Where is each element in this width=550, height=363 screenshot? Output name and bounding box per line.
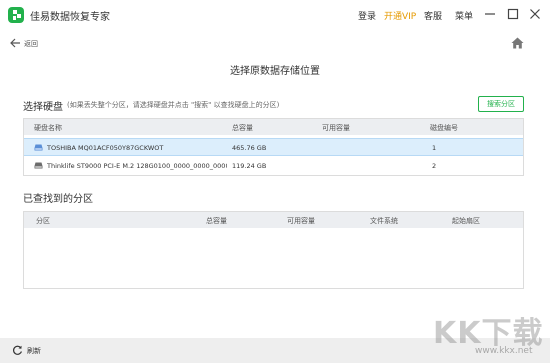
disk-row-1[interactable]: TOSHIBA MQ01ACF050Y87GCKWOT 465.76 GB 1 xyxy=(24,138,523,156)
disk-total: 119.24 GB xyxy=(232,162,267,170)
disk-table: 硬盘名称 总容量 可用容量 磁盘编号 TOSHIBA MQ01ACF050Y87… xyxy=(23,118,524,176)
column-header[interactable]: 可用容量 xyxy=(287,216,315,226)
menu-link[interactable]: 菜单 xyxy=(455,9,473,22)
nav-bar: 返回 xyxy=(0,30,550,58)
arrow-left-icon xyxy=(10,38,20,48)
disk-total: 465.76 GB xyxy=(232,144,267,152)
login-link[interactable]: 登录 xyxy=(358,9,376,22)
disk-row-2[interactable]: Thinklife ST9000 PCI-E M.2 128G0100_0000… xyxy=(24,157,523,175)
back-label: 返回 xyxy=(24,40,38,48)
disk-name: TOSHIBA MQ01ACF050Y87GCKWOT xyxy=(47,144,164,152)
disk-number: 1 xyxy=(432,144,437,152)
refresh-button[interactable]: 刷新 xyxy=(27,346,41,356)
disk-section-hint: (如果丢失整个分区，请选择硬盘并点击 "搜索" 以查找硬盘上的分区) xyxy=(67,101,280,109)
disk-table-header: 硬盘名称 总容量 可用容量 磁盘编号 xyxy=(24,119,523,135)
hard-disk-icon xyxy=(34,144,43,151)
refresh-icon[interactable] xyxy=(12,345,23,356)
column-header[interactable]: 硬盘名称 xyxy=(34,123,62,133)
hard-disk-icon xyxy=(34,162,43,169)
column-header[interactable]: 总容量 xyxy=(232,123,253,133)
minimize-icon[interactable] xyxy=(483,7,497,21)
column-header[interactable]: 分区 xyxy=(36,216,50,226)
partition-table-header: 分区 总容量 可用容量 文件系统 起始扇区 xyxy=(24,212,523,228)
title-bar: 佳易数据恢复专家 登录 开通VIP 客服 菜单 xyxy=(0,0,550,30)
column-header[interactable]: 磁盘编号 xyxy=(430,123,458,133)
maximize-icon[interactable] xyxy=(506,7,520,21)
watermark-url: www.kkx.net xyxy=(475,346,533,356)
app-logo-icon xyxy=(8,7,24,23)
partition-section-title: 已查找到的分区 xyxy=(23,194,93,205)
column-header[interactable]: 文件系统 xyxy=(370,216,398,226)
vip-link[interactable]: 开通VIP xyxy=(384,9,416,22)
close-icon[interactable] xyxy=(528,7,542,21)
search-partition-button[interactable]: 搜索分区 xyxy=(478,96,524,112)
disk-section-title: 选择硬盘 xyxy=(23,102,63,113)
home-icon[interactable] xyxy=(511,37,524,49)
service-link[interactable]: 客服 xyxy=(424,9,442,22)
page-title: 选择原数据存储位置 xyxy=(230,66,320,77)
app-title: 佳易数据恢复专家 xyxy=(30,12,110,23)
disk-name: Thinklife ST9000 PCI-E M.2 128G0100_0000… xyxy=(47,162,227,170)
partition-table: 分区 总容量 可用容量 文件系统 起始扇区 xyxy=(23,211,524,289)
column-header[interactable]: 起始扇区 xyxy=(452,216,480,226)
column-header[interactable]: 可用容量 xyxy=(322,123,350,133)
column-header[interactable]: 总容量 xyxy=(206,216,227,226)
disk-number: 2 xyxy=(432,162,437,170)
